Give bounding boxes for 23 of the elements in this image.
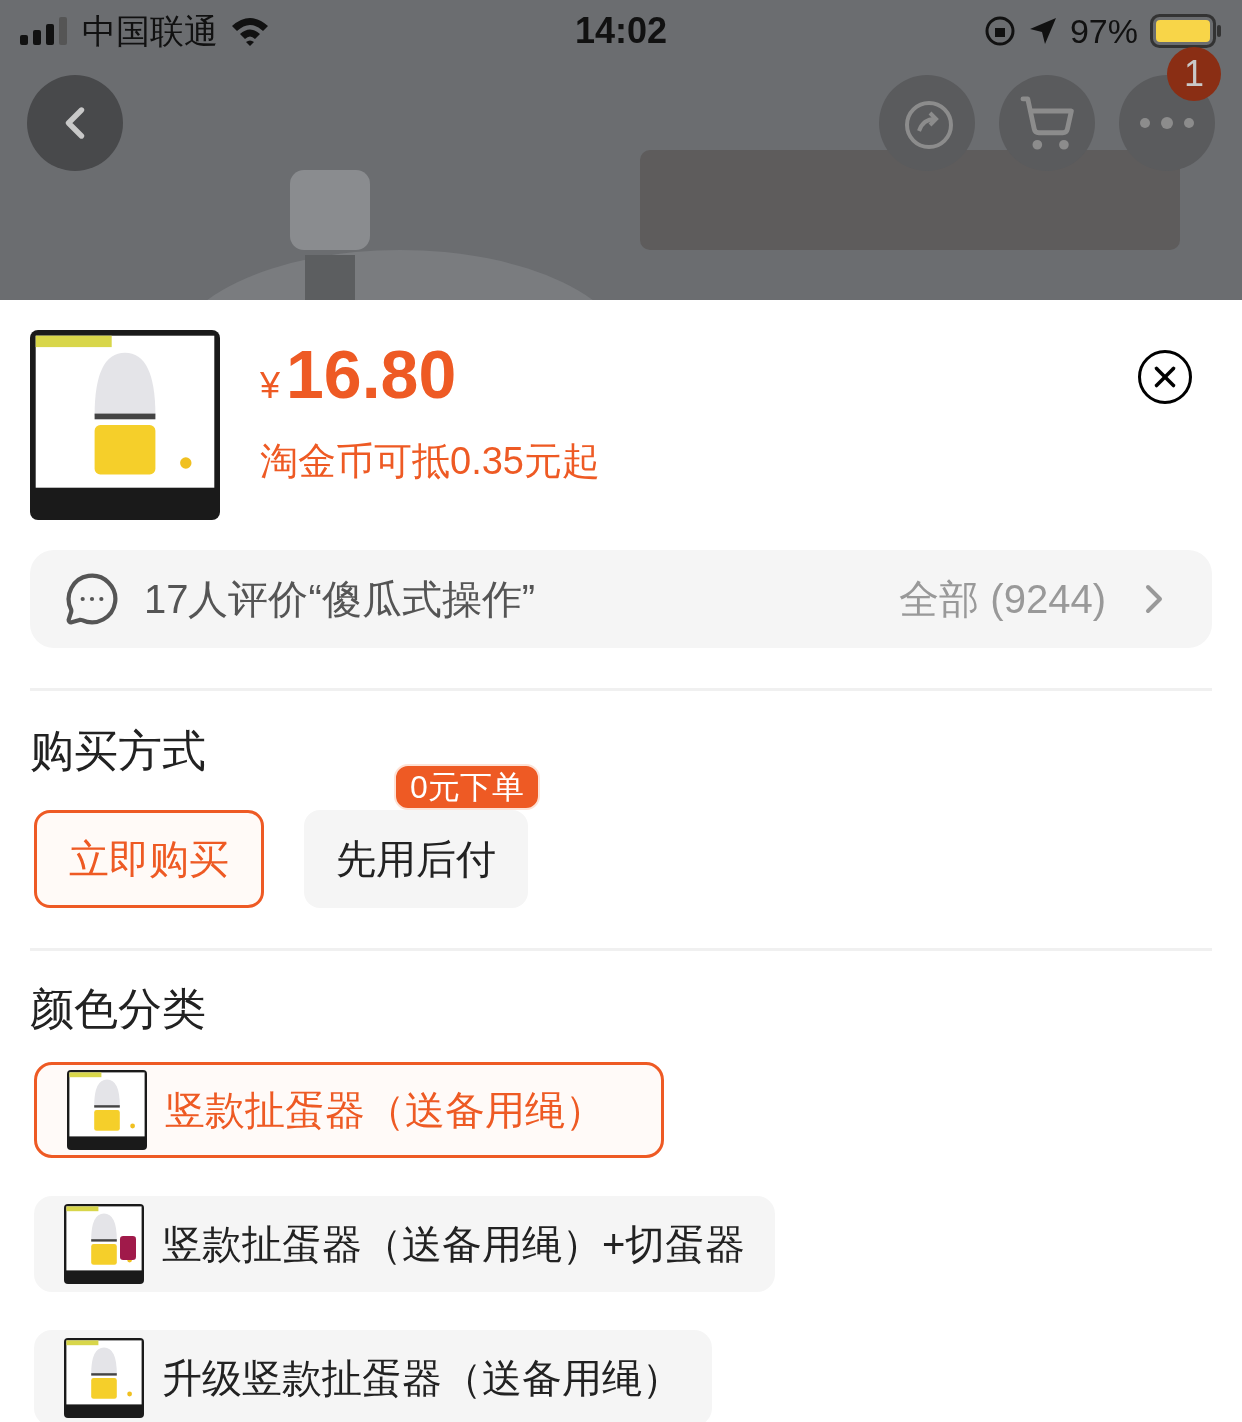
review-summary: 17人评价“傻瓜式操作” — [144, 576, 536, 623]
comment-icon — [64, 571, 120, 627]
color-option[interactable]: 升级竖款扯蛋器（送备用绳） — [34, 1330, 712, 1422]
wifi-icon — [230, 16, 270, 46]
purchase-option[interactable]: 先用后付 — [304, 810, 528, 908]
close-button[interactable] — [1138, 350, 1192, 404]
price: 16.80 — [286, 340, 457, 408]
battery-percent: 97% — [1069, 10, 1138, 52]
cart-icon — [1018, 94, 1076, 152]
clock-time: 14:02 — [574, 9, 668, 53]
section-title: 购买方式 — [30, 725, 207, 777]
promo-badge: 0元下单 — [394, 764, 540, 810]
currency-symbol: ¥ — [260, 364, 281, 408]
more-icon — [1137, 116, 1197, 130]
color-option[interactable]: 竖款扯蛋器（送备用绳）+切蛋器 — [34, 1196, 776, 1292]
signal-icon — [20, 17, 70, 45]
all-reviews-count: 全部 (9244) — [899, 576, 1106, 623]
battery-icon — [1150, 14, 1222, 48]
rotation-lock-icon — [983, 15, 1016, 47]
carrier-name: 中国联通 — [82, 10, 218, 52]
reviews-bar[interactable]: 17人评价“傻瓜式操作” 全部 (9244) — [30, 550, 1212, 648]
coin-discount: 淘金币可抵0.35元起 — [260, 439, 601, 484]
section-title: 颜色分类 — [30, 983, 207, 1035]
